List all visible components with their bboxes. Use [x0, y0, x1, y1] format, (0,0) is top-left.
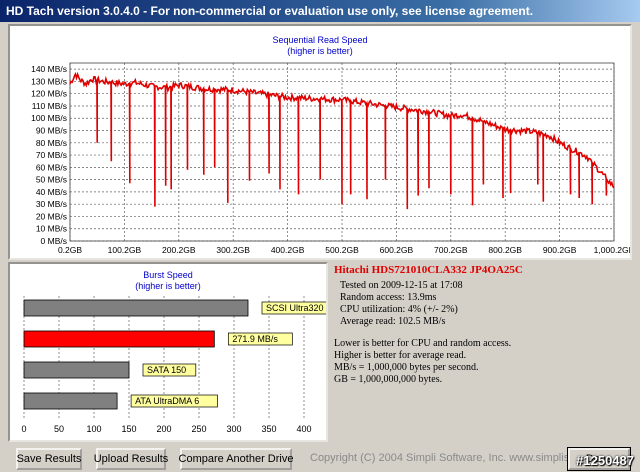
burst-label: 271.9 MB/s — [232, 334, 278, 344]
tested-on: Tested on 2009-12-15 at 17:08 — [340, 280, 463, 291]
read-x-tick: 800.2GB — [488, 245, 522, 255]
read-y-tick: 120 MB/s — [31, 89, 67, 99]
read-x-tick: 700.2GB — [434, 245, 468, 255]
drive-info-area: Hitachi HDS721010CLA332 JP4OA25C Tested … — [332, 262, 632, 442]
note-line: MB/s = 1,000,000 bytes per second. — [334, 362, 479, 373]
burst-x-tick: 200 — [156, 424, 171, 434]
watermark-text: #1250487 — [576, 453, 634, 468]
read-y-tick: 10 MB/s — [36, 224, 67, 234]
read-y-tick: 20 MB/s — [36, 211, 67, 221]
read-y-tick: 90 MB/s — [36, 126, 67, 136]
sequential-read-chart: Sequential Read Speed (higher is better)… — [31, 35, 635, 255]
read-x-tick: 500.2GB — [325, 245, 359, 255]
burst-bar — [23, 330, 215, 348]
note-line: Higher is better for average read. — [334, 350, 467, 361]
burst-x-tick: 350 — [261, 424, 276, 434]
read-x-tick: 100.2GB — [108, 245, 142, 255]
burst-x-tick: 150 — [121, 424, 136, 434]
burst-bar — [23, 361, 130, 379]
burst-label: SATA 150 — [147, 365, 186, 375]
save-results-button[interactable]: Save Results — [16, 448, 82, 470]
note-line: GB = 1,000,000,000 bytes. — [334, 374, 443, 385]
burst-label: ATA UltraDMA 6 — [135, 396, 199, 406]
random-access: Random access: 13.9ms — [340, 292, 437, 303]
burst-speed-chart: Burst Speed (higher is better) SCSI Ultr… — [21, 270, 344, 434]
read-x-tick: 600.2GB — [380, 245, 414, 255]
average-read: Average read: 102.5 MB/s — [340, 316, 446, 327]
read-y-tick: 140 MB/s — [31, 64, 67, 74]
drive-name: Hitachi HDS721010CLA332 JP4OA25C — [334, 264, 523, 276]
burst-label: SCSI Ultra320 — [266, 303, 324, 313]
read-y-tick: 40 MB/s — [36, 187, 67, 197]
read-y-tick: 70 MB/s — [36, 150, 67, 160]
cpu-utilization: CPU utilization: 4% (+/- 2%) — [340, 304, 458, 315]
read-x-tick: 300.2GB — [216, 245, 250, 255]
read-chart-subtitle: (higher is better) — [287, 46, 353, 56]
sequential-read-panel: Sequential Read Speed (higher is better)… — [8, 24, 635, 260]
burst-speed-panel: Burst Speed (higher is better) SCSI Ultr… — [8, 262, 344, 442]
burst-x-tick: 100 — [86, 424, 101, 434]
read-y-tick: 110 MB/s — [32, 101, 67, 111]
read-y-tick: 130 MB/s — [31, 76, 67, 86]
read-x-tick: 400.2GB — [271, 245, 305, 255]
burst-chart-subtitle: (higher is better) — [135, 281, 201, 291]
burst-bar — [23, 392, 118, 410]
read-y-tick: 100 MB/s — [31, 113, 67, 123]
read-x-tick: 0.2GB — [58, 245, 82, 255]
compare-another-drive-button[interactable]: Compare Another Drive — [179, 448, 293, 470]
note-line: Lower is better for CPU and random acces… — [334, 338, 512, 349]
burst-x-tick: 50 — [54, 424, 64, 434]
upload-results-button[interactable]: Upload Results — [94, 448, 168, 470]
burst-x-tick: 400 — [296, 424, 311, 434]
read-chart-title: Sequential Read Speed — [272, 35, 367, 45]
window-title-bar: HD Tach version 3.0.4.0 - For non-commer… — [0, 0, 640, 22]
read-x-tick: 1,000.2GB — [594, 245, 630, 255]
burst-x-tick: 0 — [21, 424, 26, 434]
burst-bar — [23, 299, 249, 317]
burst-x-tick: 300 — [226, 424, 241, 434]
read-y-tick: 60 MB/s — [36, 162, 67, 172]
burst-x-tick: 250 — [191, 424, 206, 434]
window-title: HD Tach version 3.0.4.0 - For non-commer… — [6, 4, 534, 18]
read-y-tick: 30 MB/s — [36, 199, 67, 209]
read-y-tick: 50 MB/s — [36, 175, 67, 185]
read-x-tick: 900.2GB — [543, 245, 577, 255]
read-x-tick: 200.2GB — [162, 245, 196, 255]
read-y-tick: 80 MB/s — [36, 138, 67, 148]
burst-chart-title: Burst Speed — [143, 270, 193, 280]
read-speed-series — [69, 71, 615, 210]
